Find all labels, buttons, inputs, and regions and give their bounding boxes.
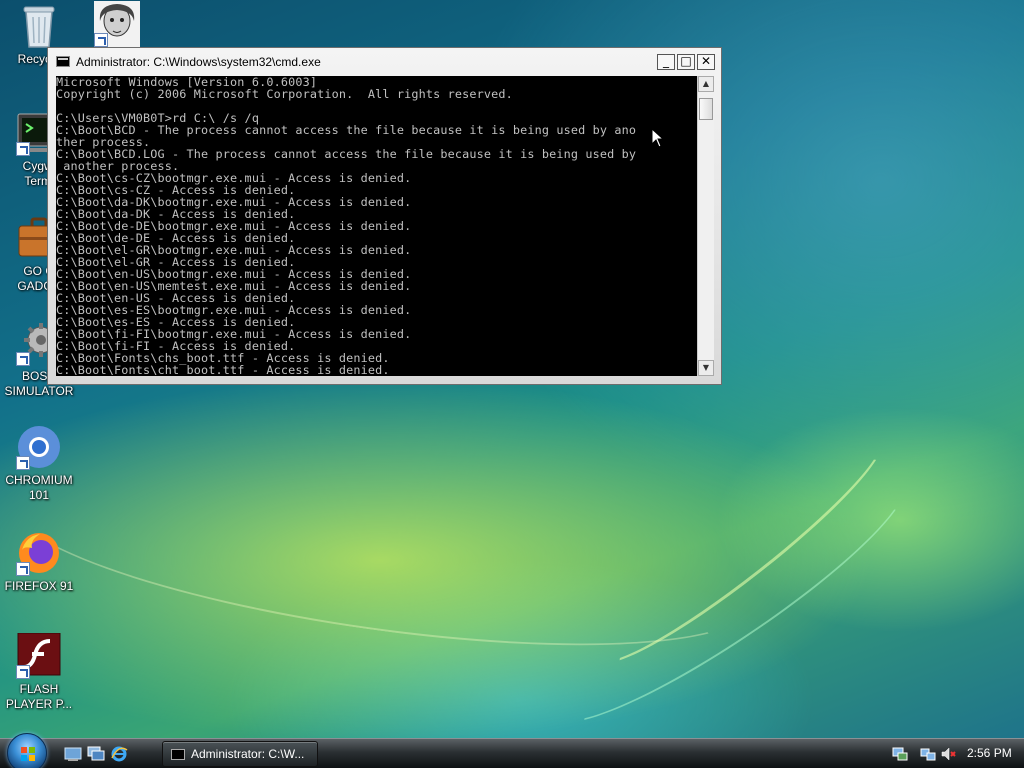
- shortcut-arrow-icon: [16, 456, 30, 470]
- desktop-icon-portrait[interactable]: [78, 1, 156, 50]
- show-desktop-icon[interactable]: [64, 746, 82, 762]
- scroll-down-button[interactable]: ▼: [698, 360, 714, 376]
- shortcut-arrow-icon: [16, 142, 30, 156]
- wallpaper-streak: [0, 417, 768, 683]
- close-button[interactable]: ✕: [697, 54, 715, 70]
- cmd-icon: [171, 749, 185, 760]
- desktop-icon-label: CHROMIUM 101: [5, 473, 73, 502]
- windows-flag-icon: [21, 747, 35, 761]
- switch-windows-icon[interactable]: [87, 746, 105, 762]
- desktop-icon-flash-player[interactable]: FLASH PLAYER P...: [0, 632, 78, 712]
- portrait-shortcut-icon: [94, 1, 140, 47]
- wallpaper-streak: [533, 449, 927, 751]
- firefox-icon: [16, 530, 62, 576]
- start-button[interactable]: [7, 733, 47, 768]
- internet-explorer-icon[interactable]: [110, 746, 128, 762]
- taskbar-clock[interactable]: 2:56 PM: [967, 746, 1012, 760]
- vertical-scrollbar[interactable]: ▲ ▼: [697, 76, 714, 376]
- window-title: Administrator: C:\Windows\system32\cmd.e…: [76, 55, 321, 69]
- shortcut-arrow-icon: [16, 352, 30, 366]
- console-line: C:\Boot\BCD - The process cannot access …: [56, 123, 637, 137]
- console-line: Copyright (c) 2006 Microsoft Corporation…: [56, 87, 513, 101]
- shortcut-arrow-icon: [16, 562, 30, 576]
- scrollbar-thumb[interactable]: [699, 98, 713, 120]
- shortcut-arrow-icon: [94, 33, 108, 47]
- window-titlebar[interactable]: Administrator: C:\Windows\system32\cmd.e…: [52, 53, 717, 73]
- recycle-bin-icon: [16, 3, 62, 49]
- cmd-icon: [56, 56, 70, 67]
- network-icon[interactable]: [892, 746, 908, 762]
- cmd-window[interactable]: Administrator: C:\Windows\system32\cmd.e…: [47, 47, 722, 385]
- chromium-icon: [16, 424, 62, 470]
- shortcut-arrow-icon: [16, 665, 30, 679]
- mouse-cursor-icon: [651, 128, 665, 148]
- taskbar-button-label: Administrator: C:\W...: [191, 747, 305, 761]
- network-activity-icon[interactable]: [920, 746, 936, 762]
- console-line: C:\Boot\Fonts\cht_boot.ttf - Access is d…: [56, 363, 390, 376]
- desktop-icon-firefox[interactable]: FIREFOX 91: [0, 530, 78, 594]
- desktop-icon-chromium[interactable]: CHROMIUM 101: [0, 424, 78, 503]
- minimize-button[interactable]: _: [657, 54, 675, 70]
- wallpaper-streak: [579, 415, 901, 685]
- desktop-icon-label: FIREFOX 91: [4, 579, 74, 593]
- maximize-button[interactable]: □: [677, 54, 695, 70]
- desktop-icon-label: FLASH PLAYER P...: [5, 682, 73, 711]
- flash-player-icon: [16, 632, 62, 679]
- taskbar-button-cmd[interactable]: Administrator: C:\W...: [162, 741, 318, 767]
- console-output[interactable]: Microsoft Windows [Version 6.0.6003] Copy…: [56, 76, 697, 376]
- taskbar: Administrator: C:\W... 2:56 PM: [0, 733, 1024, 768]
- volume-muted-icon[interactable]: [940, 746, 956, 762]
- scroll-up-button[interactable]: ▲: [698, 76, 714, 92]
